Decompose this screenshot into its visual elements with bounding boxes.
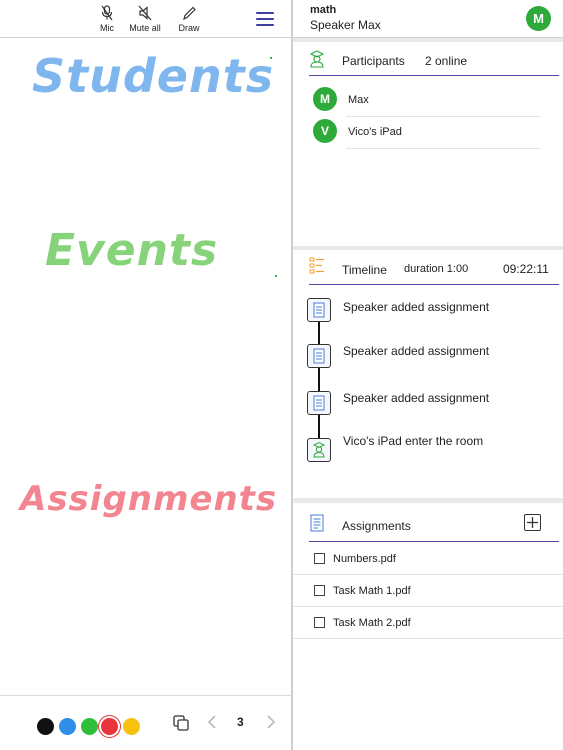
- plus-icon: [527, 517, 538, 528]
- participants-title: Participants: [342, 54, 405, 68]
- draw-label: Draw: [178, 23, 200, 33]
- ink-dot: [275, 275, 277, 277]
- assignment-file-name: Numbers.pdf: [333, 553, 396, 565]
- timeline-icon: [309, 257, 324, 274]
- color-swatch-black[interactable]: [37, 718, 54, 735]
- speaker-name: Speaker Max: [310, 18, 381, 32]
- timeline-divider: [309, 284, 559, 285]
- participants-panel: Participants 2 online M Max V Vico's iPa…: [293, 42, 563, 246]
- user-icon: [307, 438, 331, 462]
- timeline-panel: Timeline duration 1:00 09:22:11 Speaker …: [293, 250, 563, 498]
- board-bottom-bar: 3: [0, 695, 291, 750]
- timeline-event-text: Speaker added assignment: [343, 344, 490, 358]
- ink-dot: [270, 57, 272, 59]
- assignment-checkbox[interactable]: [314, 585, 325, 596]
- ink-word-events: Events: [45, 225, 219, 276]
- whiteboard-panel: Mic Mute all Draw Students Events Assign…: [0, 0, 291, 750]
- row-separator: [293, 638, 563, 639]
- add-assignment-button[interactable]: [524, 514, 541, 531]
- timeline-event-text: Speaker added assignment: [343, 391, 490, 405]
- row-separator: [346, 148, 541, 149]
- participant-row[interactable]: V Vico's iPad: [293, 117, 563, 147]
- color-swatch-green[interactable]: [81, 718, 98, 735]
- participant-name: Max: [348, 94, 369, 106]
- participants-icon: [309, 50, 325, 68]
- participant-row[interactable]: M Max: [293, 85, 563, 115]
- timeline-duration: duration 1:00: [404, 263, 469, 275]
- timeline-event-text: Speaker added assignment: [343, 300, 490, 314]
- page-number: 3: [237, 715, 244, 729]
- assignment-document-icon: [310, 514, 324, 532]
- room-name: math: [310, 4, 337, 16]
- assignments-title: Assignments: [342, 519, 411, 533]
- row-separator: [293, 574, 563, 575]
- color-swatch-red[interactable]: [101, 718, 118, 735]
- chevron-right-icon[interactable]: [266, 714, 276, 730]
- timeline-event-text: Vico's iPad enter the room: [343, 434, 484, 448]
- color-swatch-yellow[interactable]: [123, 718, 140, 735]
- timeline-clock: 09:22:11: [503, 262, 549, 276]
- ink-word-students: Students: [32, 49, 275, 103]
- participants-divider: [309, 75, 559, 76]
- online-count: 2 online: [425, 54, 468, 68]
- copy-pages-icon[interactable]: [173, 715, 189, 731]
- page-navigator: 3: [170, 710, 285, 734]
- user-avatar[interactable]: M: [526, 6, 551, 31]
- participants-header: Participants 2 online: [293, 42, 563, 76]
- chevron-left-icon[interactable]: [207, 714, 217, 730]
- mic-button[interactable]: Mic: [96, 5, 118, 33]
- menu-icon[interactable]: [256, 12, 274, 26]
- document-icon: [307, 298, 331, 322]
- pencil-icon: [183, 6, 196, 21]
- draw-button[interactable]: Draw: [176, 5, 202, 33]
- assignment-checkbox[interactable]: [314, 553, 325, 564]
- mute-all-button[interactable]: Mute all: [126, 5, 164, 33]
- color-swatch-blue[interactable]: [59, 718, 76, 735]
- assignment-file-name: Task Math 1.pdf: [333, 585, 411, 597]
- participant-avatar: M: [313, 87, 337, 111]
- microphone-off-icon: [101, 5, 113, 21]
- participant-avatar: V: [313, 119, 337, 143]
- assignment-row[interactable]: Numbers.pdf: [293, 544, 563, 574]
- board-toolbar: Mic Mute all Draw: [0, 0, 291, 38]
- assignment-row[interactable]: Task Math 2.pdf: [293, 608, 563, 638]
- speaker-muted-icon: [138, 5, 152, 21]
- room-header: math Speaker Max M: [293, 0, 563, 38]
- assignment-row[interactable]: Task Math 1.pdf: [293, 576, 563, 606]
- participant-name: Vico's iPad: [348, 126, 402, 138]
- assignments-header: Assignments: [293, 503, 563, 541]
- assignments-divider: [309, 541, 559, 542]
- mute-all-label: Mute all: [129, 23, 161, 33]
- drawing-canvas[interactable]: Students Events Assignments: [0, 39, 291, 695]
- assignment-file-name: Task Math 2.pdf: [333, 617, 411, 629]
- ink-word-assignments: Assignments: [20, 479, 278, 519]
- timeline-title: Timeline: [342, 263, 387, 277]
- document-icon: [307, 391, 331, 415]
- row-separator: [293, 606, 563, 607]
- assignment-checkbox[interactable]: [314, 617, 325, 628]
- assignments-panel: Assignments Numbers.pdf Task Math 1.pdf …: [293, 503, 563, 750]
- mic-label: Mic: [100, 23, 114, 33]
- app-window: Mic Mute all Draw Students Events Assign…: [0, 0, 563, 750]
- document-icon: [307, 344, 331, 368]
- timeline-header: Timeline duration 1:00 09:22:11: [293, 250, 563, 284]
